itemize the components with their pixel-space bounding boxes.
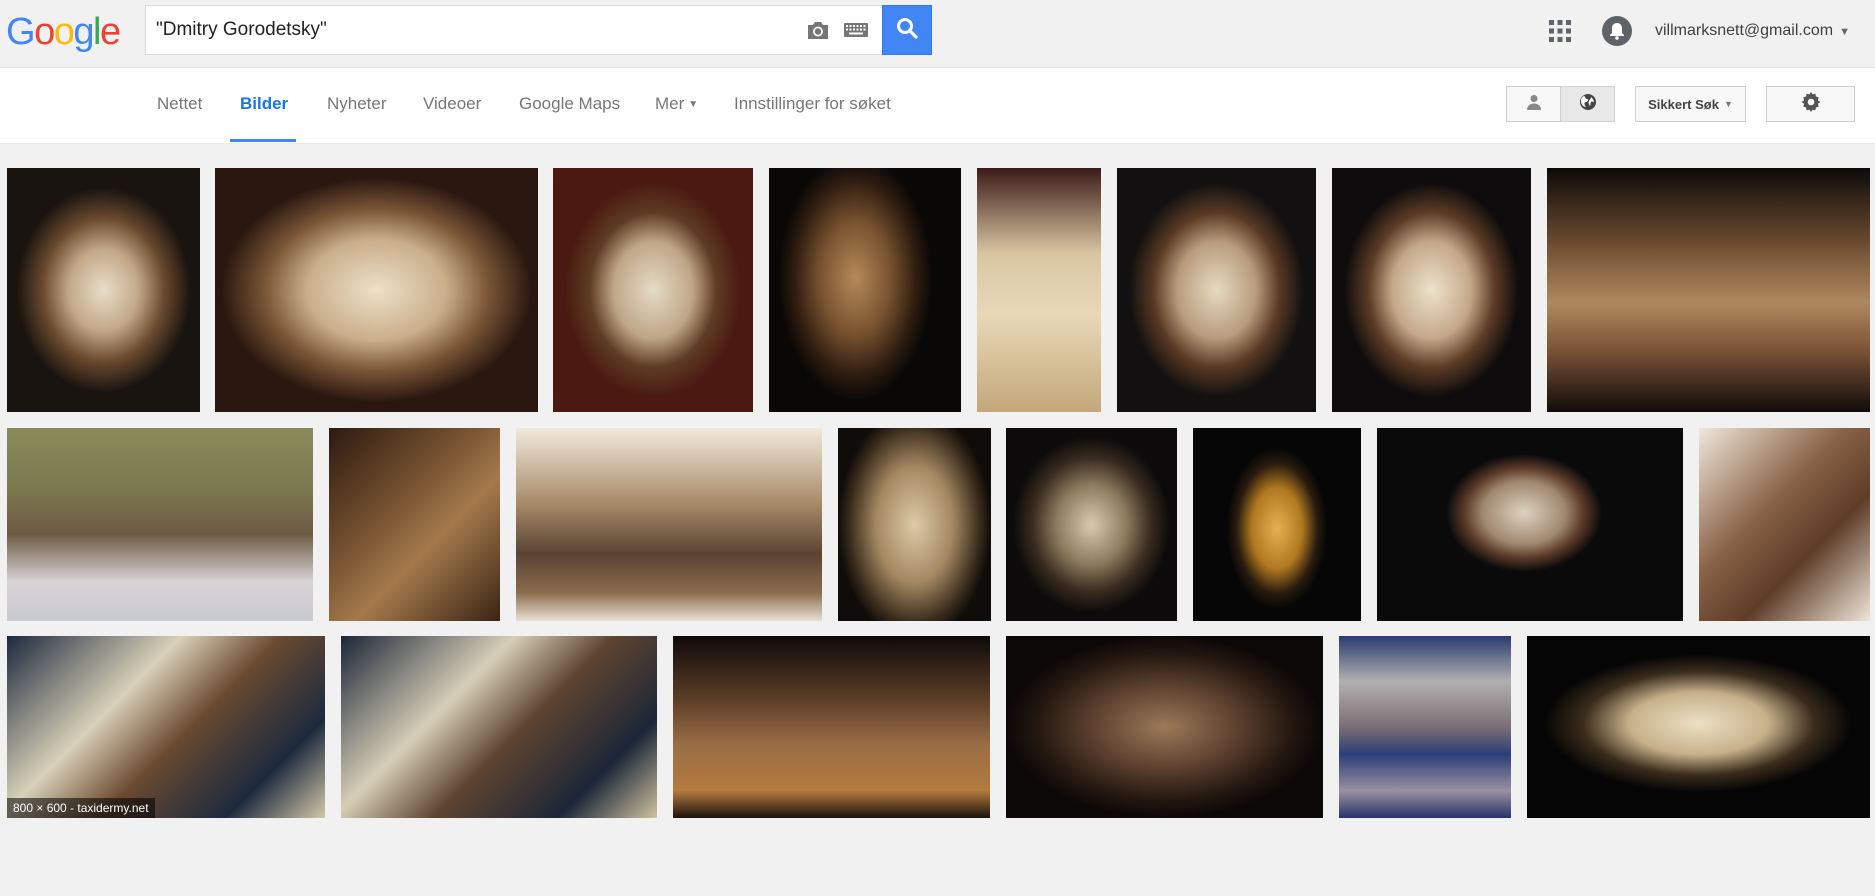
search-input[interactable] xyxy=(146,6,800,54)
apps-grid-icon[interactable] xyxy=(1548,19,1572,43)
safe-search-label: Sikkert Søk xyxy=(1648,96,1719,112)
image-result[interactable]: 800 × 600 - taxidermy.net xyxy=(7,636,325,818)
account-menu[interactable]: villmarksnett@gmail.com ▼ xyxy=(1655,22,1850,40)
image-result[interactable] xyxy=(977,168,1101,412)
image-result[interactable] xyxy=(341,636,657,818)
active-tab-indicator xyxy=(230,139,296,142)
tab-nyheter[interactable]: Nyheter xyxy=(327,94,387,114)
tab-mer-label: Mer xyxy=(655,94,685,113)
safe-search-button[interactable]: Sikkert Søk ▼ xyxy=(1635,86,1746,122)
tab-nettet[interactable]: Nettet xyxy=(157,94,202,114)
results-toggle xyxy=(1506,86,1615,122)
public-results-button[interactable] xyxy=(1560,87,1614,121)
camera-icon[interactable] xyxy=(800,12,836,48)
person-icon xyxy=(1526,94,1541,115)
tab-search-settings[interactable]: Innstillinger for søket xyxy=(734,94,891,114)
keyboard-icon[interactable] xyxy=(838,12,874,48)
account-email: villmarksnett@gmail.com xyxy=(1655,22,1834,39)
gear-icon xyxy=(1801,91,1821,117)
search-box xyxy=(145,5,882,55)
image-result[interactable] xyxy=(838,428,991,621)
logo-letter: o xyxy=(34,11,55,53)
image-result[interactable] xyxy=(1193,428,1361,621)
tab-bilder[interactable]: Bilder xyxy=(240,94,288,114)
image-result[interactable] xyxy=(1117,168,1316,412)
bell-icon[interactable] xyxy=(1602,16,1632,46)
image-result[interactable] xyxy=(1527,636,1870,818)
image-result[interactable] xyxy=(1547,168,1870,412)
image-result[interactable] xyxy=(769,168,961,412)
image-result[interactable] xyxy=(1006,636,1323,818)
image-result-caption: 800 × 600 - taxidermy.net xyxy=(7,798,155,818)
tab-videoer[interactable]: Videoer xyxy=(423,94,481,114)
logo-letter: o xyxy=(53,11,75,53)
image-result[interactable] xyxy=(516,428,822,621)
logo-letter: l xyxy=(92,11,101,53)
tab-google-maps[interactable]: Google Maps xyxy=(519,94,620,114)
chevron-down-icon: ▼ xyxy=(1839,26,1850,38)
image-result[interactable] xyxy=(1006,428,1177,621)
image-result[interactable] xyxy=(1332,168,1531,412)
google-logo[interactable]: Google xyxy=(6,11,121,53)
logo-letter: g xyxy=(73,11,94,53)
image-result[interactable] xyxy=(329,428,500,621)
image-result[interactable] xyxy=(7,168,200,412)
settings-button[interactable] xyxy=(1766,86,1855,122)
search-tabs-bar: Nettet Bilder Nyheter Videoer Google Map… xyxy=(0,68,1875,144)
logo-letter: e xyxy=(99,11,121,53)
tab-mer[interactable]: Mer ▼ xyxy=(655,94,698,114)
top-header: Google villmarksnett@gmail.com ▼ xyxy=(0,0,1875,68)
chevron-down-icon: ▼ xyxy=(688,99,699,111)
search-icon xyxy=(896,17,918,44)
image-results-grid: 800 × 600 - taxidermy.net xyxy=(0,144,1875,896)
image-result[interactable] xyxy=(553,168,753,412)
private-results-button[interactable] xyxy=(1507,87,1560,121)
logo-letter: G xyxy=(6,11,36,53)
image-result[interactable] xyxy=(1377,428,1683,621)
search-button[interactable] xyxy=(882,5,932,55)
image-result[interactable] xyxy=(673,636,990,818)
image-result[interactable] xyxy=(7,428,313,621)
image-result[interactable] xyxy=(1339,636,1511,818)
globe-icon xyxy=(1579,93,1597,116)
image-result[interactable] xyxy=(215,168,538,412)
chevron-down-icon: ▼ xyxy=(1723,99,1733,109)
image-result[interactable] xyxy=(1699,428,1870,621)
